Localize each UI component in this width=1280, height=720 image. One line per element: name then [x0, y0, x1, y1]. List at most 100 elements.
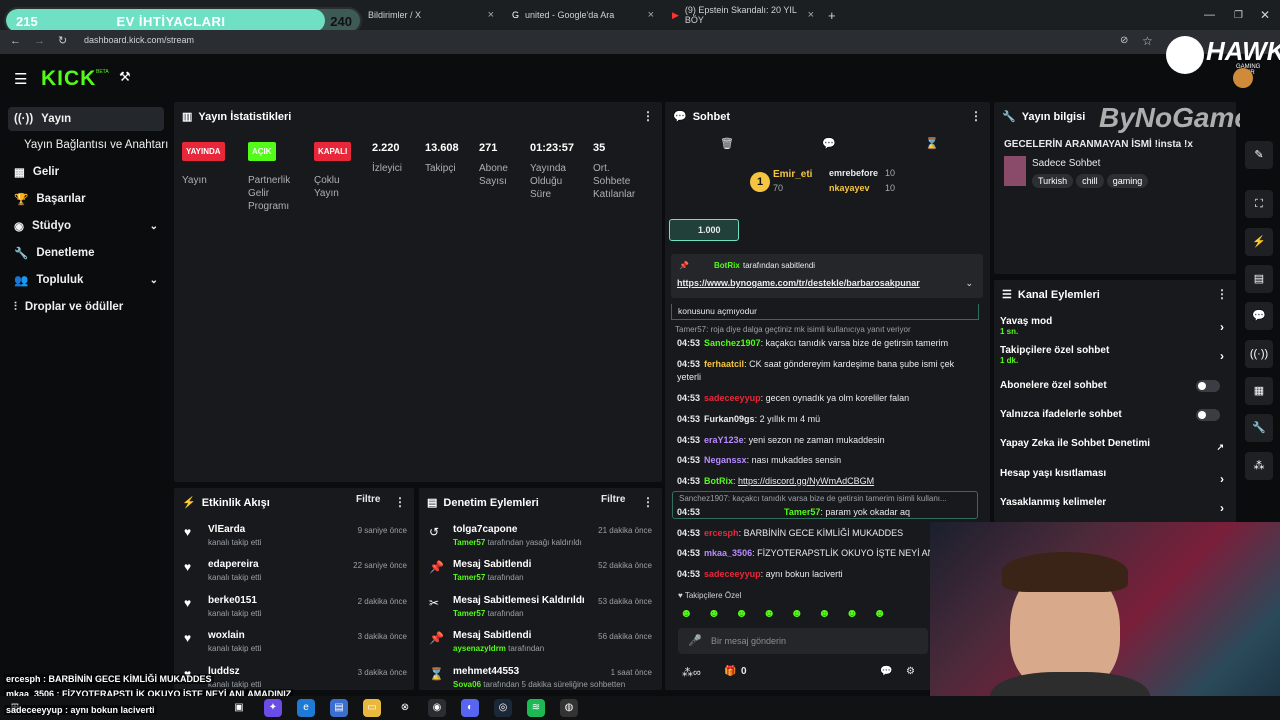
msg-user[interactable]: ferhaatcil: [704, 359, 744, 369]
emote-row[interactable]: ☻☻☻☻☻☻☻☻: [680, 606, 901, 620]
more-icon[interactable]: ⋮: [642, 495, 654, 509]
filter-button[interactable]: Filtre: [601, 494, 625, 505]
sidebar-item-yayin[interactable]: ((·)) Yayın: [8, 107, 164, 131]
msg-user[interactable]: Sanchez1907: [704, 338, 761, 348]
sidebar-item-droplar[interactable]: ⫶ Droplar ve ödüller: [8, 295, 164, 319]
modlog-actor: aysenazyldrm: [453, 644, 506, 653]
pencil-icon[interactable]: ✎: [1245, 141, 1273, 169]
msg-user[interactable]: ercesph: [704, 528, 739, 538]
menu-icon[interactable]: ☰: [14, 70, 27, 88]
sidebar-item-denetleme[interactable]: 🔧 Denetleme: [8, 241, 164, 265]
steam-icon[interactable]: ◎: [494, 699, 512, 717]
more-icon[interactable]: ⋮: [970, 109, 982, 123]
msg-user[interactable]: sadeceeyyup: [704, 393, 761, 403]
chat-icon[interactable]: 💬: [1245, 302, 1273, 330]
chrome-icon[interactable]: ◉: [428, 699, 446, 717]
hammer-icon[interactable]: ⚒: [119, 69, 131, 85]
sidebar-item-gelir[interactable]: ▦ Gelir: [8, 160, 164, 184]
mic-icon[interactable]: 🎤: [688, 634, 702, 647]
copilot-icon[interactable]: ✦: [264, 699, 282, 717]
browser-tab[interactable]: Gunited - Google'da Ara ×: [504, 4, 660, 26]
chevron-down-icon[interactable]: ⌄: [965, 278, 973, 289]
chat-bubble-icon[interactable]: 💬: [822, 137, 836, 150]
close-icon[interactable]: ×: [488, 9, 494, 21]
share-icon[interactable]: ⁂: [1245, 452, 1273, 480]
task-view-icon[interactable]: ▣: [230, 699, 248, 717]
tag[interactable]: chill: [1076, 174, 1104, 188]
browser-tab[interactable]: ▶ (9) Epstein Skandalı: 20 YIL BÖY ×: [664, 4, 820, 26]
msg-user[interactable]: BotRix: [704, 476, 733, 486]
event-desc: kanalı takip etti: [208, 680, 262, 689]
bolt-icon[interactable]: ⚡: [1245, 228, 1273, 256]
forward-icon[interactable]: →: [34, 35, 45, 47]
ai-moderation-item[interactable]: Yapay Zeka ile Sohbet Denetimi ↗: [1000, 438, 1228, 452]
more-icon[interactable]: ⋮: [394, 495, 406, 509]
hourglass-icon[interactable]: ⌛: [925, 137, 939, 150]
msg-user[interactable]: sadeceeyyup: [704, 569, 761, 579]
tag[interactable]: Turkish: [1032, 174, 1074, 188]
more-icon[interactable]: ⋮: [1216, 287, 1228, 301]
store-icon[interactable]: ▤: [330, 699, 348, 717]
back-icon[interactable]: ←: [10, 35, 21, 47]
wrench-icon[interactable]: 🔧: [1245, 414, 1273, 442]
pinned-link[interactable]: https://www.bynogame.com/tr/destekle/bar…: [677, 278, 920, 288]
eye-off-icon[interactable]: ⊘: [1120, 35, 1128, 46]
gift-icon[interactable]: 🎁: [724, 666, 736, 677]
reply-context: Tamer57: roja diye dalga geçtiniz mk isi…: [675, 325, 911, 334]
spotify-icon[interactable]: ≋: [527, 699, 545, 717]
sidebar-item-studyo[interactable]: ◉ Stüdyo ⌄: [8, 214, 164, 238]
close-icon[interactable]: ×: [648, 9, 654, 21]
category-name[interactable]: Sadece Sohbet: [1032, 158, 1100, 169]
browser-tab[interactable]: Bildirimler / X ×: [360, 4, 500, 26]
filter-button[interactable]: Filtre: [356, 494, 380, 505]
stat-caption: Partnerlik Gelir Programı: [248, 175, 291, 212]
msg-user[interactable]: Furkan09gs: [704, 414, 755, 424]
trash-icon[interactable]: 🗑: [720, 137, 734, 150]
emote-only-toggle[interactable]: [1196, 409, 1220, 421]
clipboard-icon[interactable]: ▤: [1245, 265, 1273, 293]
tag[interactable]: gaming: [1106, 174, 1149, 188]
chat-toolbar-icon[interactable]: ⁂∞: [682, 666, 701, 679]
chat-bubble-icon[interactable]: 💬: [880, 666, 892, 677]
avatar[interactable]: [1233, 68, 1253, 88]
slow-mode-item[interactable]: Yavaş mod 1 sn. ›: [1000, 316, 1228, 336]
msg-link[interactable]: https://discord.gg/NyWmAdCBGM: [738, 476, 874, 486]
sidebar-item-topluluk[interactable]: 👥 Topluluk ⌄: [8, 268, 164, 292]
account-age-item[interactable]: Hesap yaşı kısıtlaması ›: [1000, 468, 1228, 486]
close-icon[interactable]: ×: [808, 9, 814, 21]
msg-user[interactable]: mkaa_3506: [704, 548, 752, 558]
xbox-icon[interactable]: ⊗: [396, 699, 414, 717]
folder-icon[interactable]: ▭: [363, 699, 381, 717]
reload-icon[interactable]: ↻: [58, 34, 67, 47]
layout-icon[interactable]: ▦: [1245, 377, 1273, 405]
kick-logo[interactable]: KICK: [41, 67, 96, 91]
fullscreen-icon[interactable]: ⛶: [1245, 190, 1273, 218]
broadcast-icon[interactable]: ((·)): [1245, 340, 1273, 368]
modlog-time: 53 dakika önce: [598, 597, 652, 606]
url-text[interactable]: dashboard.kick.com/stream: [84, 35, 194, 45]
sidebar-item-basarilar[interactable]: 🏆 Başarılar: [8, 187, 164, 211]
more-icon[interactable]: ⋮: [642, 109, 654, 123]
banned-words-item[interactable]: Yasaklanmış kelimeler ›: [1000, 497, 1228, 515]
chat-input[interactable]: 🎤 Bir mesaj gönderin: [678, 628, 928, 654]
kicks-bar[interactable]: 1.000: [669, 219, 739, 241]
leaderboard-name[interactable]: emrebefore: [829, 168, 878, 178]
sidebar-item-stream-key[interactable]: Yayın Bağlantısı ve Anahtarı: [18, 133, 174, 157]
followers-only-item[interactable]: Takipçilere özel sohbet 1 dk. ›: [1000, 345, 1228, 365]
subs-only-toggle[interactable]: [1196, 380, 1220, 392]
minimize-icon[interactable]: —: [1196, 4, 1223, 26]
restore-icon[interactable]: ❐: [1226, 4, 1251, 26]
msg-user[interactable]: Tamer57: [784, 507, 820, 517]
star-icon[interactable]: ☆: [1142, 34, 1153, 48]
gear-icon[interactable]: ⚙: [906, 666, 915, 677]
msg-user[interactable]: eraY123e: [704, 435, 744, 445]
msg-user[interactable]: Neganssx: [704, 455, 747, 465]
obs-icon[interactable]: ◍: [560, 699, 578, 717]
window-close-icon[interactable]: ✕: [1252, 4, 1278, 26]
leaderboard-name[interactable]: Emir_eti: [773, 169, 812, 180]
leaderboard-name[interactable]: nkayayev: [829, 183, 870, 193]
new-tab-button[interactable]: +: [820, 4, 844, 26]
discord-icon[interactable]: ◐: [461, 699, 479, 717]
streamer-hair: [1002, 552, 1128, 592]
edge-icon[interactable]: e: [297, 699, 315, 717]
